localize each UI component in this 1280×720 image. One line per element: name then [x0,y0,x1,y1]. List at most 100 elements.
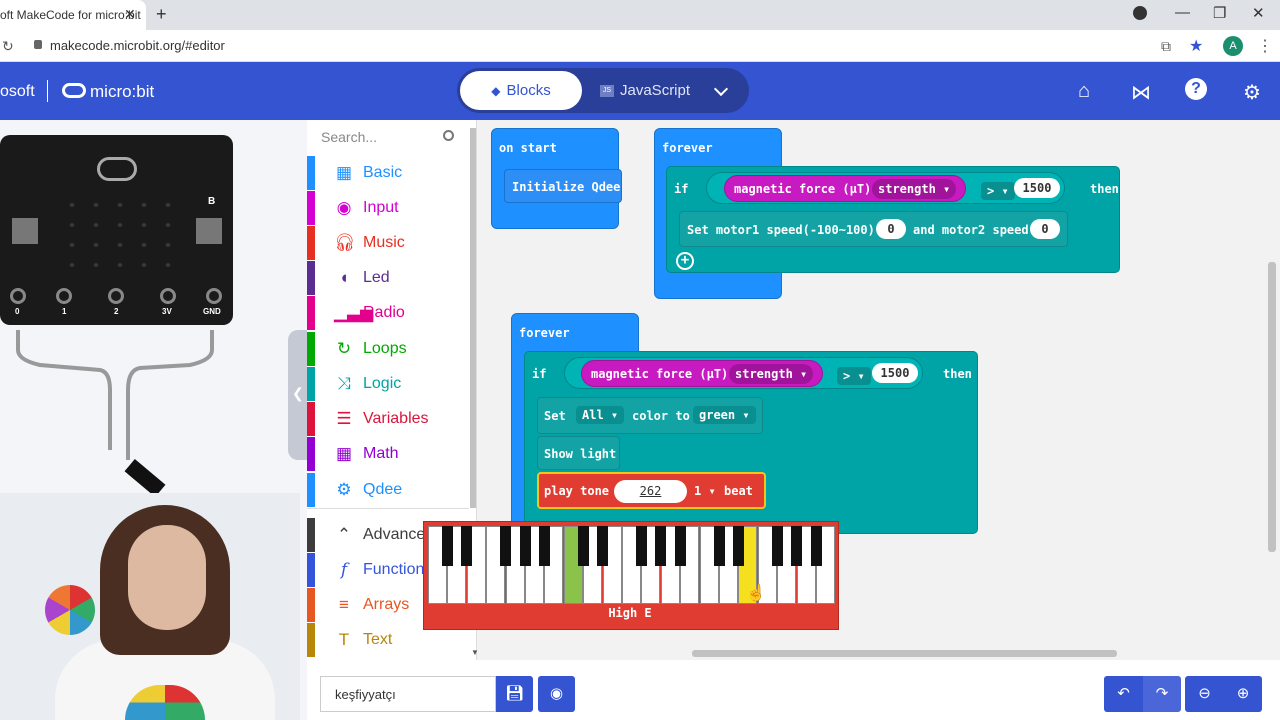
pin-0[interactable] [10,288,26,304]
toolbox-search-input[interactable]: Search... [321,129,377,145]
workspace-horizontal-scrollbar[interactable] [692,650,1117,657]
axis-dropdown[interactable]: strength ▾ [872,179,957,199]
zoom-in-icon[interactable]: ⊕ [1224,676,1262,712]
then-label: then [1090,182,1119,196]
set-motor-block[interactable]: Set motor1 speed(-100~100) 0 and motor2 … [679,211,1068,247]
show-light-label: Show light [544,447,617,461]
operator-dropdown[interactable]: > ▾ [981,182,1015,200]
piano-black-key[interactable] [500,526,512,566]
settings-gear-icon[interactable]: ⚙ [1240,80,1264,105]
piano-black-key[interactable] [810,526,822,566]
threshold-input[interactable]: 1500 [1014,178,1060,198]
piano-black-key[interactable] [732,526,744,566]
bookmark-star-icon[interactable]: ★ [1189,36,1203,56]
share-icon[interactable]: ⋈ [1129,80,1153,105]
category-label: Music [363,234,405,251]
home-icon[interactable]: ⌂ [1072,80,1096,103]
piano-black-key[interactable] [771,526,783,566]
restore-icon[interactable]: ❐ [1213,4,1226,22]
tone-frequency-input[interactable]: 262 [614,480,687,503]
piano-black-key[interactable] [655,526,667,566]
category-label: Led [363,269,390,286]
category-input[interactable]: ◉ Input [307,191,469,225]
piano-black-key[interactable] [461,526,473,566]
minimize-icon[interactable]: — [1175,4,1190,21]
category-qdee[interactable]: ⚙ Qdee [307,473,469,507]
javascript-button[interactable]: JS JavaScript [600,71,700,110]
new-tab-button[interactable]: + [156,4,167,25]
url-field[interactable]: makecode.microbit.org/#editor [50,38,225,53]
beat-dropdown[interactable]: 1 ▾ [694,484,716,498]
help-icon[interactable]: ? [1185,78,1207,100]
project-name-input[interactable]: keşfiyyatçı [320,676,496,712]
toolbox-scrollbar[interactable] [470,128,476,508]
button-a[interactable] [12,218,38,244]
pin-gnd[interactable] [206,288,222,304]
undo-icon[interactable]: ↶ [1104,676,1143,712]
blocks-button[interactable]: ◆ Blocks [460,71,582,110]
redo-icon[interactable]: ↷ [1143,676,1181,712]
browser-menu-icon[interactable]: ⋮ [1257,36,1273,56]
window-close-icon[interactable]: ✕ [1252,4,1265,22]
category-math[interactable]: ▦ Math [307,437,469,471]
button-b[interactable] [196,218,222,244]
github-icon[interactable]: ◉ [538,676,575,712]
product-name: micro:bit [90,82,155,101]
piano-black-key[interactable] [791,526,803,566]
collapse-simulator-button[interactable]: ❮ [288,330,308,460]
piano-black-key[interactable] [674,526,686,566]
axis-dropdown[interactable]: strength ▾ [729,364,814,384]
category-loops[interactable]: ↻ Loops [307,332,469,366]
install-icon[interactable]: ⧉ [1161,38,1171,55]
piano-black-key[interactable] [597,526,609,566]
search-icon[interactable] [443,130,454,141]
zoom-out-icon[interactable]: ⊖ [1185,676,1224,712]
piano-black-key[interactable] [441,526,453,566]
motor2-speed-input[interactable]: 0 [1030,219,1060,239]
pin-2[interactable] [108,288,124,304]
operator-value: > [987,184,995,198]
save-icon[interactable]: 💾︎ [496,676,533,712]
set-color-block[interactable]: Set All ▾ color to green ▾ [537,397,763,434]
piano-black-key[interactable] [635,526,647,566]
motor1-speed-input[interactable]: 0 [876,219,906,239]
piano-black-key[interactable] [519,526,531,566]
puzzle-icon: ◆ [491,84,501,98]
category-music[interactable]: 🎧︎ Music [307,226,469,260]
color-value: green [699,408,736,422]
operator-dropdown[interactable]: > ▾ [837,367,871,385]
threshold-input[interactable]: 1500 [872,363,918,383]
category-basic[interactable]: ▦ Basic [307,156,469,190]
add-branch-icon[interactable]: + [676,252,694,270]
magnetic-force-block-2[interactable]: magnetic force (µT) strength ▾ [581,360,823,387]
signal-icon: ▁▃▅ [334,303,374,322]
tab-close-icon[interactable]: ✕ [124,6,136,23]
javascript-label: JavaScript [620,82,691,99]
grid-icon: ▦ [335,163,353,182]
piano-black-key[interactable] [577,526,589,566]
category-variables[interactable]: ☰ Variables [307,402,469,436]
pin-label: 1 [62,307,67,316]
avatar[interactable]: A [1223,36,1243,56]
category-led[interactable]: ◖ Led [307,261,469,295]
light-target-dropdown[interactable]: All ▾ [576,406,625,424]
play-tone-block[interactable]: play tone 262 1 ▾ beat [537,472,766,509]
pin-1[interactable] [56,288,72,304]
toolbox-divider [307,508,469,509]
category-logic[interactable]: ⤨ Logic [307,367,469,401]
reload-icon[interactable]: ↻ [2,38,14,55]
initialize-qdee-block[interactable]: Initialize Qdee [504,169,622,203]
microbit-logo-touch[interactable] [97,157,137,181]
piano-black-key[interactable] [538,526,550,566]
pin-3v[interactable] [160,288,176,304]
piano-black-key[interactable] [713,526,725,566]
show-light-block[interactable]: Show light [537,436,620,470]
on-start-block[interactable]: on start Initialize Qdee [491,128,622,229]
workspace-vertical-scrollbar[interactable] [1268,262,1276,552]
profile-menu-icon[interactable] [1133,6,1147,20]
color-dropdown[interactable]: green ▾ [693,406,756,424]
list-icon: ☰ [336,409,352,428]
then-label: then [943,367,972,381]
category-radio[interactable]: ▁▃▅ Radio [307,296,469,330]
magnetic-force-block-1[interactable]: magnetic force (µT) strength ▾ [724,175,966,202]
